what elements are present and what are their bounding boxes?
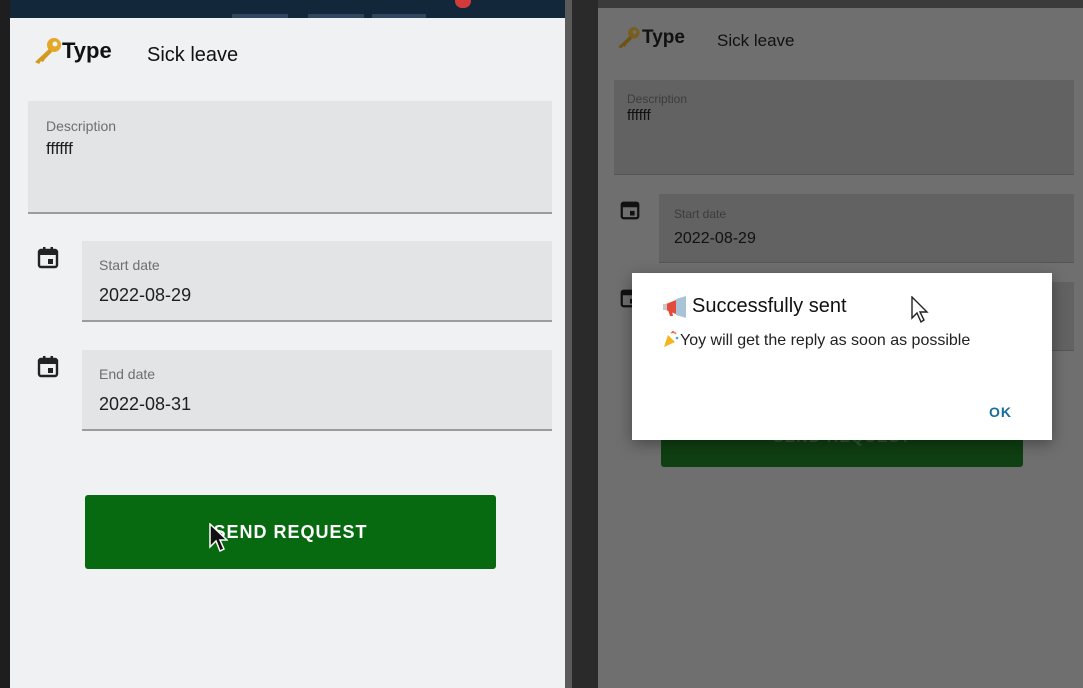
type-label: Type [62, 38, 112, 63]
ok-button[interactable]: OK [989, 404, 1012, 420]
description-value: ffffff [46, 139, 73, 158]
description-field[interactable]: Description ffffff [28, 101, 552, 214]
pointer-cursor-icon [209, 523, 228, 553]
left-screen: Type Sick leave Description ffffff Start… [10, 0, 565, 688]
tab-indicator [308, 14, 364, 18]
screen-gap [572, 0, 598, 688]
type-value[interactable]: Sick leave [717, 31, 794, 51]
party-icon [664, 331, 679, 348]
description-label: Description [46, 118, 117, 134]
start-date-label: Start date [674, 207, 727, 221]
description-field[interactable]: Description ffffff [614, 80, 1074, 175]
pointer-cursor-icon [911, 296, 929, 324]
type-label: Type [642, 27, 685, 48]
dialog-message-text: Yoy will get the reply as soon as possib… [680, 332, 971, 349]
top-bar [10, 0, 565, 18]
end-date-value: 2022-08-31 [99, 394, 192, 414]
calendar-icon[interactable] [36, 355, 60, 379]
send-request-button[interactable]: SEND REQUEST [85, 495, 496, 569]
notification-dot [455, 0, 471, 8]
end-date-label: End date [99, 366, 156, 382]
megaphone-icon [663, 295, 686, 318]
dialog-title-text: Successfully sent [692, 295, 847, 317]
dialog-message: Yoy will get the reply as soon as possib… [662, 331, 1002, 350]
type-value[interactable]: Sick leave [147, 44, 238, 67]
end-date-field[interactable]: End date 2022-08-31 [82, 350, 552, 431]
start-date-value: 2022-08-29 [99, 285, 192, 305]
description-value: ffffff [627, 107, 651, 124]
key-icon [618, 27, 640, 49]
dialog-title: Successfully sent [662, 295, 847, 318]
start-date-value: 2022-08-29 [674, 230, 756, 247]
top-bar [598, 0, 1083, 8]
start-date-field[interactable]: Start date 2022-08-29 [82, 241, 552, 322]
start-date-label: Start date [99, 257, 160, 273]
tab-indicator [372, 14, 426, 18]
key-icon [35, 38, 61, 64]
success-dialog: Successfully sent Yoy will get the reply… [632, 273, 1052, 440]
screen-divider [565, 0, 572, 688]
calendar-icon[interactable] [36, 246, 60, 270]
tab-indicator [232, 14, 288, 18]
start-date-field[interactable]: Start date 2022-08-29 [659, 194, 1074, 263]
description-label: Description [627, 92, 688, 106]
calendar-icon[interactable] [619, 199, 641, 221]
